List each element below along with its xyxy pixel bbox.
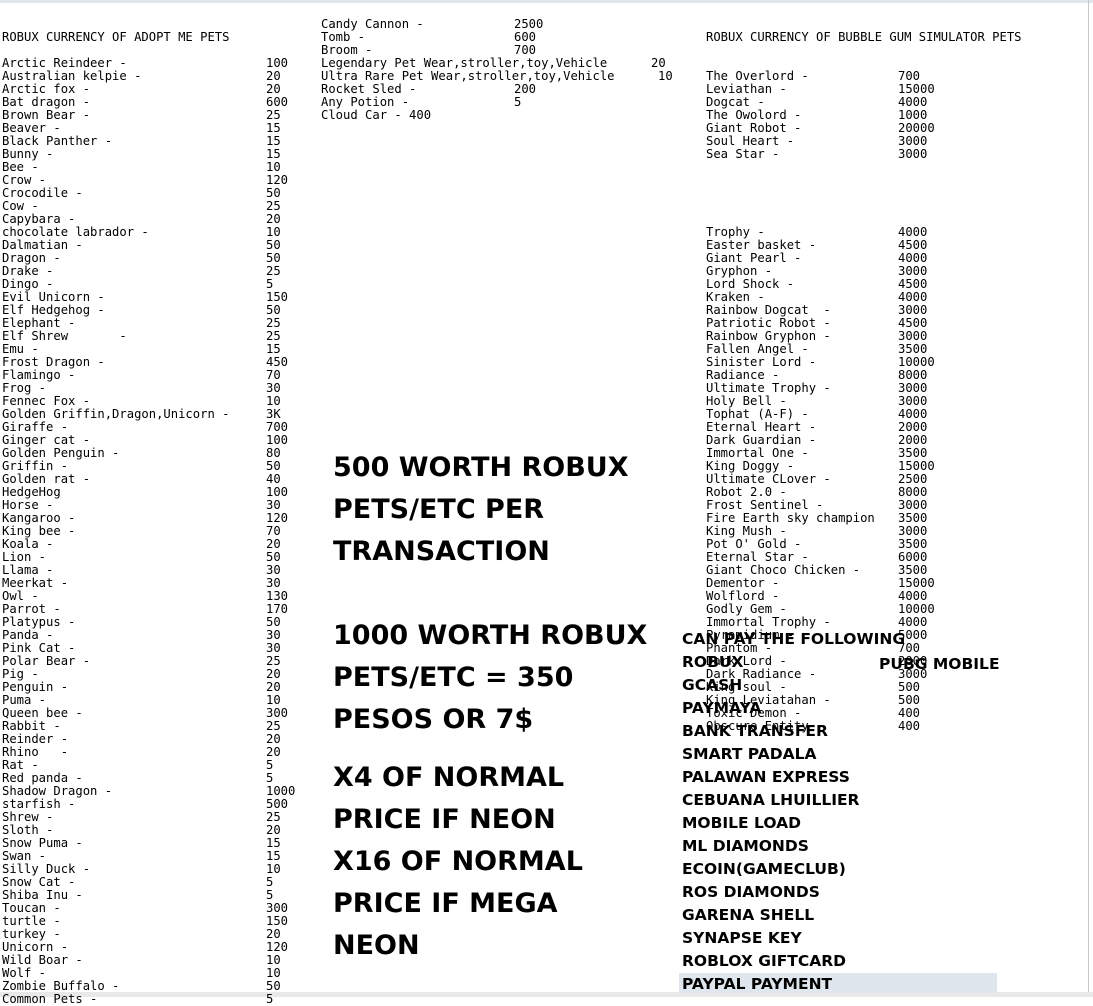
- payment-method: PALAWAN EXPRESS: [682, 768, 850, 786]
- item-name: Common Pets -: [2, 992, 98, 1006]
- payment-method: ROBUX: [682, 653, 744, 671]
- payment-method: ROBLOX GIFTCARD: [682, 952, 847, 970]
- adopt-me-price-list: ROBUX CURRENCY OF ADOPT ME PETS Arctic R…: [2, 5, 302, 1006]
- right-border: [1088, 0, 1089, 997]
- note-line: NEON: [333, 930, 420, 961]
- price-row: Polar Bear -25: [2, 655, 302, 668]
- item-price: 10: [658, 69, 673, 83]
- price-row: Koala -20: [2, 538, 302, 551]
- item-price: 3000: [898, 147, 928, 161]
- payment-method: SMART PADALA: [682, 745, 817, 763]
- note-line: X16 OF NORMAL: [333, 846, 583, 877]
- note-line: PETS/ETC PER: [333, 494, 545, 525]
- price-row: Rhino -20: [2, 746, 302, 759]
- bubble-gum-group-1: The Overlord -700 Leviathan -15000 Dogcat …: [706, 70, 1026, 161]
- price-row: Penguin -20: [2, 681, 302, 694]
- payment-method: CEBUANA LHUILLIER: [682, 791, 860, 809]
- price-row: Candy Cannon -2500: [321, 18, 681, 31]
- payment-method: ROS DIAMONDS: [682, 883, 820, 901]
- payment-method: PAYPAL PAYMENT: [682, 975, 833, 993]
- top-border: [0, 0, 1093, 3]
- misc-item-price-list: Candy Cannon -2500 Tomb -600 Broom -700 Leg…: [321, 18, 681, 122]
- price-row: Elf Shrew -25: [2, 330, 302, 343]
- payment-method: GCASH: [682, 676, 743, 694]
- note-line: X4 OF NORMAL: [333, 762, 565, 793]
- payment-header: CAN PAY THE FOLLOWING: [682, 630, 906, 648]
- price-row: Sea Star - 3000: [706, 148, 1026, 161]
- price-row: Common Pets - 5: [2, 993, 302, 1006]
- payment-method: ECOIN(GAMECLUB): [682, 860, 846, 878]
- item-name: Sea Star -: [706, 147, 780, 161]
- price-row: Meerkat -30: [2, 577, 302, 590]
- note-line: PRICE IF NEON: [333, 804, 556, 835]
- price-row: Cloud Car - 400: [321, 109, 681, 122]
- price-row: Tomb -600: [321, 31, 681, 44]
- note-line: 500 WORTH ROBUX: [333, 452, 629, 483]
- payment-method-pubg: PUBG MOBILE: [879, 655, 1000, 673]
- item-price: 5: [266, 992, 274, 1006]
- payment-method: BANK TRANSFER: [682, 722, 828, 740]
- payment-method: PAYMAYA: [682, 699, 762, 717]
- item-price: 400: [898, 719, 921, 733]
- price-row: Flamingo -70: [2, 369, 302, 382]
- note-line: PRICE IF MEGA: [333, 888, 558, 919]
- item-name: Cloud Car - 400: [321, 108, 432, 122]
- note-line: PESOS OR 7$: [333, 704, 534, 735]
- item-price: 5: [514, 95, 522, 109]
- price-row: Crocodile -50: [2, 187, 302, 200]
- price-row: Snow Puma -15: [2, 837, 302, 850]
- bubble-gum-title: ROBUX CURRENCY OF BUBBLE GUM SIMULATOR P…: [706, 30, 1022, 44]
- note-line: PETS/ETC = 350: [333, 662, 574, 693]
- payment-method: GARENA SHELL: [682, 906, 815, 924]
- payment-method: SYNAPSE KEY: [682, 929, 802, 947]
- note-line: 1000 WORTH ROBUX: [333, 620, 648, 651]
- payment-method: MOBILE LOAD: [682, 814, 801, 832]
- price-row: Bee -10: [2, 161, 302, 174]
- payment-method: ML DIAMONDS: [682, 837, 809, 855]
- adopt-me-title: ROBUX CURRENCY OF ADOPT ME PETS: [2, 30, 230, 44]
- price-row: Wild Boar -10: [2, 954, 302, 967]
- note-line: TRANSACTION: [333, 536, 550, 567]
- price-row: Bunny -15: [2, 148, 302, 161]
